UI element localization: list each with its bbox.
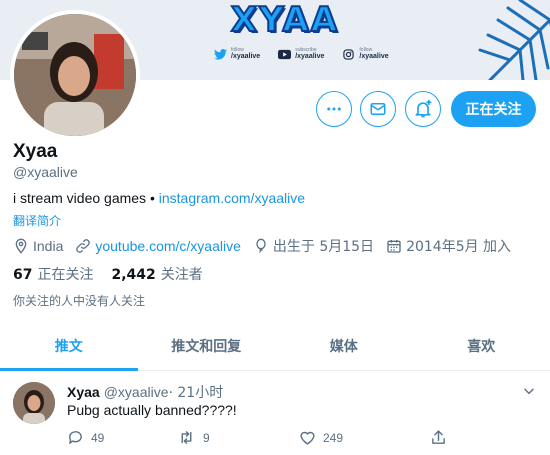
following-button[interactable]: 正在关注 bbox=[451, 91, 536, 127]
tab-media[interactable]: 媒体 bbox=[275, 322, 413, 370]
followers-count: 2,442 bbox=[111, 267, 156, 283]
bio-instagram-link[interactable]: instagram.com/xyaalive bbox=[159, 190, 305, 206]
banner-social-row: follow /xyaalive subscribe /xyaalive fol… bbox=[214, 48, 389, 60]
followers-label: 关注者 bbox=[160, 267, 203, 283]
tweet-actions: 49 9 249 bbox=[67, 429, 447, 446]
tweet-text: Pubg actually banned????! bbox=[67, 402, 237, 418]
share-icon bbox=[432, 430, 445, 444]
avatar-photo bbox=[14, 14, 136, 136]
tweet-author-name[interactable]: Xyaa bbox=[67, 384, 100, 400]
reply-button[interactable]: 49 bbox=[67, 429, 177, 446]
like-button[interactable]: 249 bbox=[299, 429, 430, 446]
tweet-avatar-photo bbox=[13, 382, 55, 424]
mail-icon bbox=[370, 103, 386, 115]
website-link[interactable]: youtube.com/c/xyaalive bbox=[95, 238, 241, 254]
balloon-icon bbox=[256, 238, 266, 253]
banner-logo: XYAA bbox=[230, 0, 340, 41]
reply-icon bbox=[69, 431, 82, 444]
location-item: India bbox=[13, 238, 63, 254]
tab-likes[interactable]: 喜欢 bbox=[413, 322, 550, 370]
retweet-icon bbox=[181, 431, 192, 444]
mutual-followers-note: 你关注的人中没有人关注 bbox=[13, 294, 146, 308]
banner-social-handle: /xyaalive bbox=[359, 53, 389, 60]
banner-social-handle: /xyaalive bbox=[295, 53, 325, 60]
share-button[interactable] bbox=[430, 429, 447, 446]
heart-icon bbox=[300, 431, 315, 445]
calendar-icon bbox=[387, 240, 401, 253]
profile-meta: India youtube.com/c/xyaalive 出生于 5月15日 2… bbox=[13, 236, 523, 256]
joined-item: 2014年5月 加入 bbox=[386, 236, 511, 256]
banner-social-handle: /xyaalive bbox=[231, 53, 261, 60]
link-icon bbox=[76, 239, 91, 253]
translate-bio-link[interactable]: 翻译简介 bbox=[13, 212, 61, 229]
birthday-item: 出生于 5月15日 bbox=[253, 236, 374, 256]
tab-tweets[interactable]: 推文 bbox=[0, 322, 138, 371]
location-text: India bbox=[33, 238, 64, 254]
profile-handle: @xyaalive bbox=[13, 164, 78, 180]
birthday-text: 出生于 5月15日 bbox=[272, 239, 375, 255]
banner-social-twitter: follow /xyaalive bbox=[214, 48, 260, 60]
more-options-button[interactable] bbox=[316, 91, 352, 127]
following-label: 正在关注 bbox=[37, 267, 94, 283]
following-stat[interactable]: 67 正在关注 bbox=[13, 264, 93, 284]
message-button[interactable] bbox=[360, 91, 396, 127]
banner-social-instagram: follow /xyaalive bbox=[342, 48, 389, 60]
tweet-timestamp[interactable]: · 21小时 bbox=[169, 382, 224, 402]
retweet-button[interactable]: 9 bbox=[177, 429, 299, 446]
reply-count: 49 bbox=[91, 430, 105, 445]
joined-text: 2014年5月 加入 bbox=[406, 239, 512, 255]
follow-stats: 67 正在关注 2,442 关注者 bbox=[13, 264, 221, 284]
chevron-down-icon bbox=[524, 388, 534, 395]
youtube-icon bbox=[278, 49, 292, 59]
notification-bell-icon bbox=[415, 99, 432, 118]
tab-tweets-and-replies[interactable]: 推文和回复 bbox=[138, 322, 276, 370]
following-count: 67 bbox=[13, 267, 33, 283]
tweet-header: Xyaa @xyaalive · 21小时 bbox=[67, 382, 223, 402]
profile-tabs: 推文 推文和回复 媒体 喜欢 bbox=[0, 322, 550, 371]
twitter-icon bbox=[214, 48, 227, 60]
like-count: 249 bbox=[323, 430, 344, 445]
followers-stat[interactable]: 2,442 关注者 bbox=[111, 264, 202, 284]
profile-bio: i stream video games • instagram.com/xya… bbox=[13, 190, 305, 206]
banner-social-youtube: subscribe /xyaalive bbox=[278, 48, 324, 60]
profile-name: Xyaa bbox=[13, 141, 58, 162]
website-item: youtube.com/c/xyaalive bbox=[75, 238, 241, 254]
location-pin-icon bbox=[15, 238, 27, 254]
tweet-author-handle[interactable]: @xyaalive bbox=[104, 384, 169, 400]
bio-text: i stream video games • bbox=[13, 190, 159, 206]
notifications-button[interactable] bbox=[405, 91, 441, 127]
tweet-more-button[interactable] bbox=[522, 384, 536, 403]
retweet-count: 9 bbox=[203, 430, 210, 445]
tweet-avatar[interactable] bbox=[13, 382, 55, 424]
palm-leaf-decoration bbox=[478, 0, 550, 80]
profile-avatar[interactable] bbox=[10, 10, 140, 140]
instagram-icon bbox=[343, 48, 355, 60]
more-dots-icon bbox=[327, 107, 341, 111]
tweet-item[interactable]: Xyaa @xyaalive · 21小时 Pubg actually bann… bbox=[0, 372, 550, 455]
